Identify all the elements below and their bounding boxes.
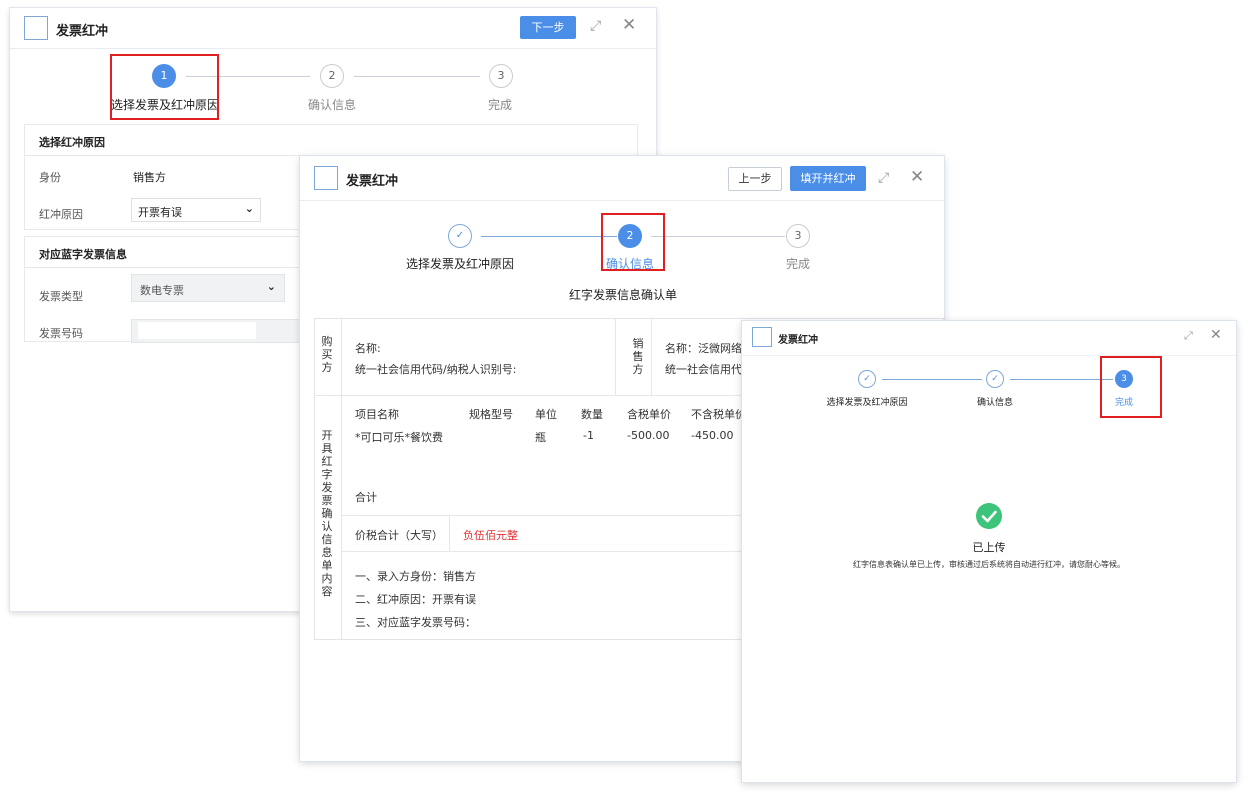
app-icon [24,16,48,40]
step-connector [882,379,982,380]
step-connector [651,236,785,237]
note-line-1: 一、录入方身份：销售方 [355,570,476,583]
col-header-price-tax: 含税单价 [627,408,671,421]
fill-and-red-button[interactable]: 填开并红冲 [790,166,866,191]
next-step-button[interactable]: 下一步 [520,16,576,39]
dialog-title: 发票红冲 [778,335,818,346]
highlight-box [601,213,665,271]
app-icon [314,166,338,190]
invoice-type-select[interactable]: 数电专票 ⌄ [131,274,285,302]
highlight-box [1100,356,1162,418]
identity-label: 身份 [39,171,61,184]
column-divider [341,319,342,639]
success-check-icon [976,503,1002,529]
item-qty: -1 [583,429,594,442]
form-title: 红字发票信息确认单 [569,288,678,302]
column-divider [449,515,450,551]
col-header-price: 不含税单价 [691,408,746,421]
close-icon[interactable]: ✕ [622,15,636,35]
expand-icon[interactable]: ⤢ [878,170,889,186]
col-header-unit: 单位 [535,408,557,421]
tax-total-label: 价税合计（大写） [355,529,443,542]
chevron-down-icon: ⌄ [266,280,276,293]
item-unit: 瓶 [535,431,546,444]
reason-select[interactable]: 开票有误 ⌄ [131,198,261,222]
item-name: *可口可乐*餐饮费 [355,431,443,444]
prev-step-button[interactable]: 上一步 [728,167,782,191]
step-2-label: 确认信息 [307,98,356,112]
checkmark-icon: ✓ [991,374,999,384]
red-invoice-dialog-step3: 发票红冲 ⤢ ✕ ✓ ✓ 3 选择发票及红冲原因 确认信息 完成 已上传 红字信… [742,321,1236,782]
reason-select-value: 开票有误 [138,206,182,219]
invoice-type-value: 数电专票 [140,284,184,297]
app-icon [752,327,772,347]
invoice-no-label: 发票号码 [39,327,83,340]
dialog-header: 发票红冲 ⤢ ✕ [742,321,1236,356]
highlight-box [110,54,219,120]
total-label: 合计 [355,491,377,504]
checkmark-icon: ✓ [863,374,871,384]
dialog-header: 发票红冲 上一步 填开并红冲 ⤢ ✕ [300,156,944,201]
seller-vlabel: 销售方 [632,337,644,376]
tax-total-value: 负伍佰元整 [463,529,518,542]
step-3-circle: 3 [489,64,513,88]
item-price-tax: -500.00 [627,429,670,442]
chevron-down-icon: ⌄ [244,202,254,215]
step-3-label: 完成 [487,98,512,112]
checkmark-icon: ✓ [455,230,465,241]
expand-icon[interactable]: ⤢ [1184,329,1193,343]
step-1-done-circle: ✓ [448,224,472,248]
step-2-circle: 2 [320,64,344,88]
dialog-title: 发票红冲 [346,174,399,189]
expand-icon[interactable]: ⤢ [590,18,601,34]
invoice-no-input[interactable] [131,319,311,343]
col-header-qty: 数量 [581,408,603,421]
step-connector [354,76,480,77]
item-price: -450.00 [691,429,734,442]
step-2-label: 确认信息 [976,398,1013,408]
step-3-circle: 3 [786,224,810,248]
section-title: 对应蓝字发票信息 [39,248,127,261]
column-divider [651,319,652,395]
status-message: 红字信息表确认单已上传，审核通过后系统将自动进行红冲，请您耐心等候。 [853,560,1125,569]
step-1-done-circle: ✓ [858,370,876,388]
step-connector [481,236,617,237]
step-1-label: 选择发票及红冲原因 [405,257,514,271]
step-1-label: 选择发票及红冲原因 [826,398,908,408]
section-title: 选择红冲原因 [39,136,105,149]
reason-label: 红冲原因 [39,208,83,221]
dialog-header: 发票红冲 下一步 ⤢ ✕ [10,8,656,49]
note-line-2: 二、红冲原因：开票有误 [355,593,476,606]
identity-value: 销售方 [133,171,166,184]
content-vlabel: 开具红字发票确认信息单内容 [321,429,333,598]
status-text: 已上传 [972,541,1006,554]
note-line-3: 三、对应蓝字发票号码： [355,616,476,629]
close-icon[interactable]: ✕ [1210,327,1222,343]
close-icon[interactable]: ✕ [910,167,924,187]
invoice-no-value [138,322,256,339]
seller-name: 名称：泛微网络 [665,342,742,355]
buyer-name: 名称: [355,342,381,355]
col-header-spec: 规格型号 [469,408,513,421]
buyer-credit-code: 统一社会信用代码/纳税人识别号: [355,363,517,376]
step-connector [1010,379,1113,380]
invoice-type-label: 发票类型 [39,290,83,303]
step-2-done-circle: ✓ [986,370,1004,388]
col-header-name: 项目名称 [355,408,399,421]
column-divider [615,319,616,395]
seller-credit-code: 统一社会信用代码 [665,363,753,376]
step-3-label: 完成 [785,257,810,271]
buyer-vlabel: 购买方 [321,335,333,374]
dialog-title: 发票红冲 [56,24,109,39]
